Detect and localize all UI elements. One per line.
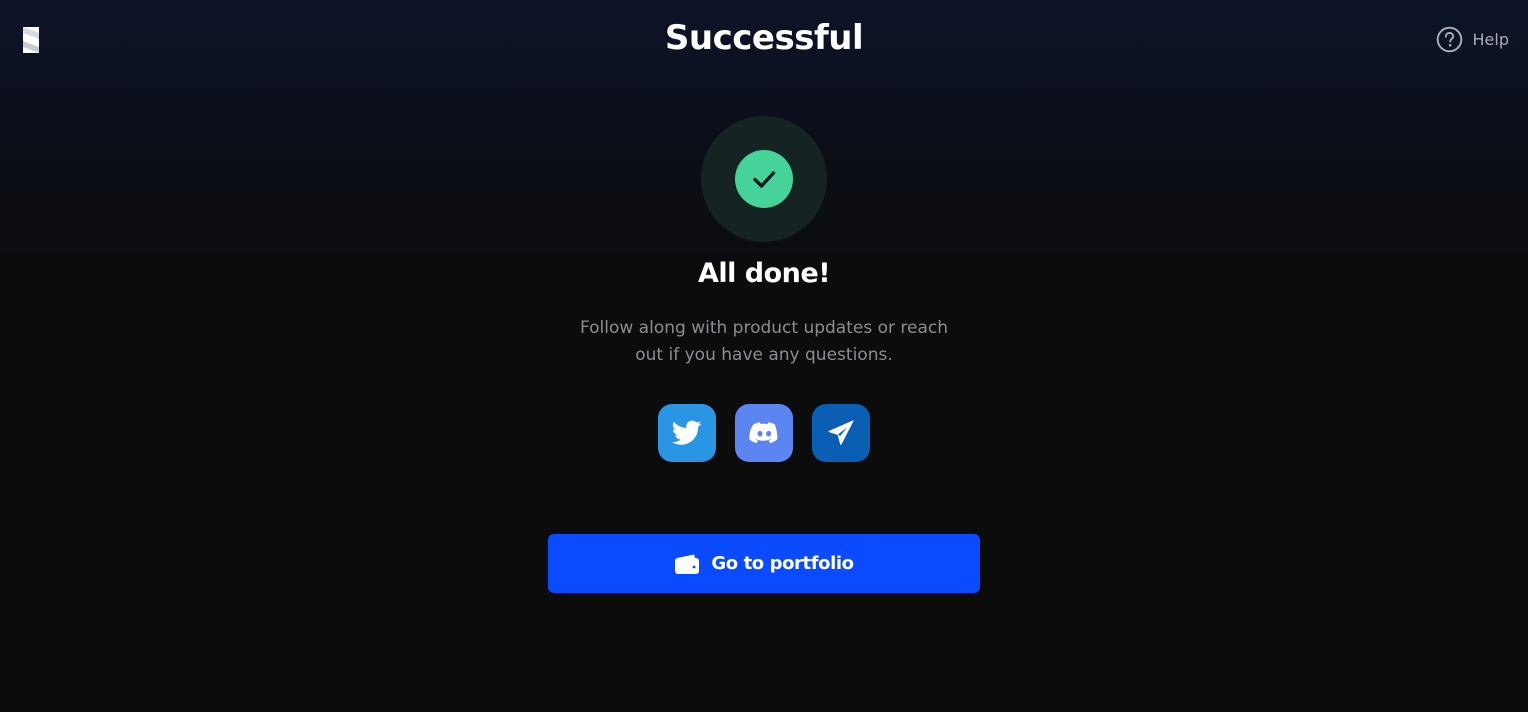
go-to-portfolio-label: Go to portfolio [711, 553, 854, 574]
success-dot [735, 150, 793, 208]
go-to-portfolio-button[interactable]: Go to portfolio [548, 534, 980, 593]
status-headline: All done! [697, 258, 831, 289]
paper-plane-icon [828, 420, 854, 445]
checkmark-icon [753, 171, 776, 188]
social-links [658, 404, 870, 462]
page-title: Successful [664, 18, 864, 58]
help-label: Help [1472, 30, 1509, 49]
discord-icon [749, 422, 778, 444]
success-indicator [701, 116, 827, 242]
question-circle-icon [1436, 26, 1462, 53]
help-button[interactable]: Help [1436, 26, 1509, 53]
status-message: Follow along with product updates or rea… [579, 318, 949, 365]
discord-link[interactable] [735, 404, 793, 462]
twitter-link[interactable] [658, 404, 716, 462]
wallet-icon [675, 554, 700, 574]
twitter-bird-icon [672, 420, 702, 445]
telegram-link[interactable] [812, 404, 870, 462]
